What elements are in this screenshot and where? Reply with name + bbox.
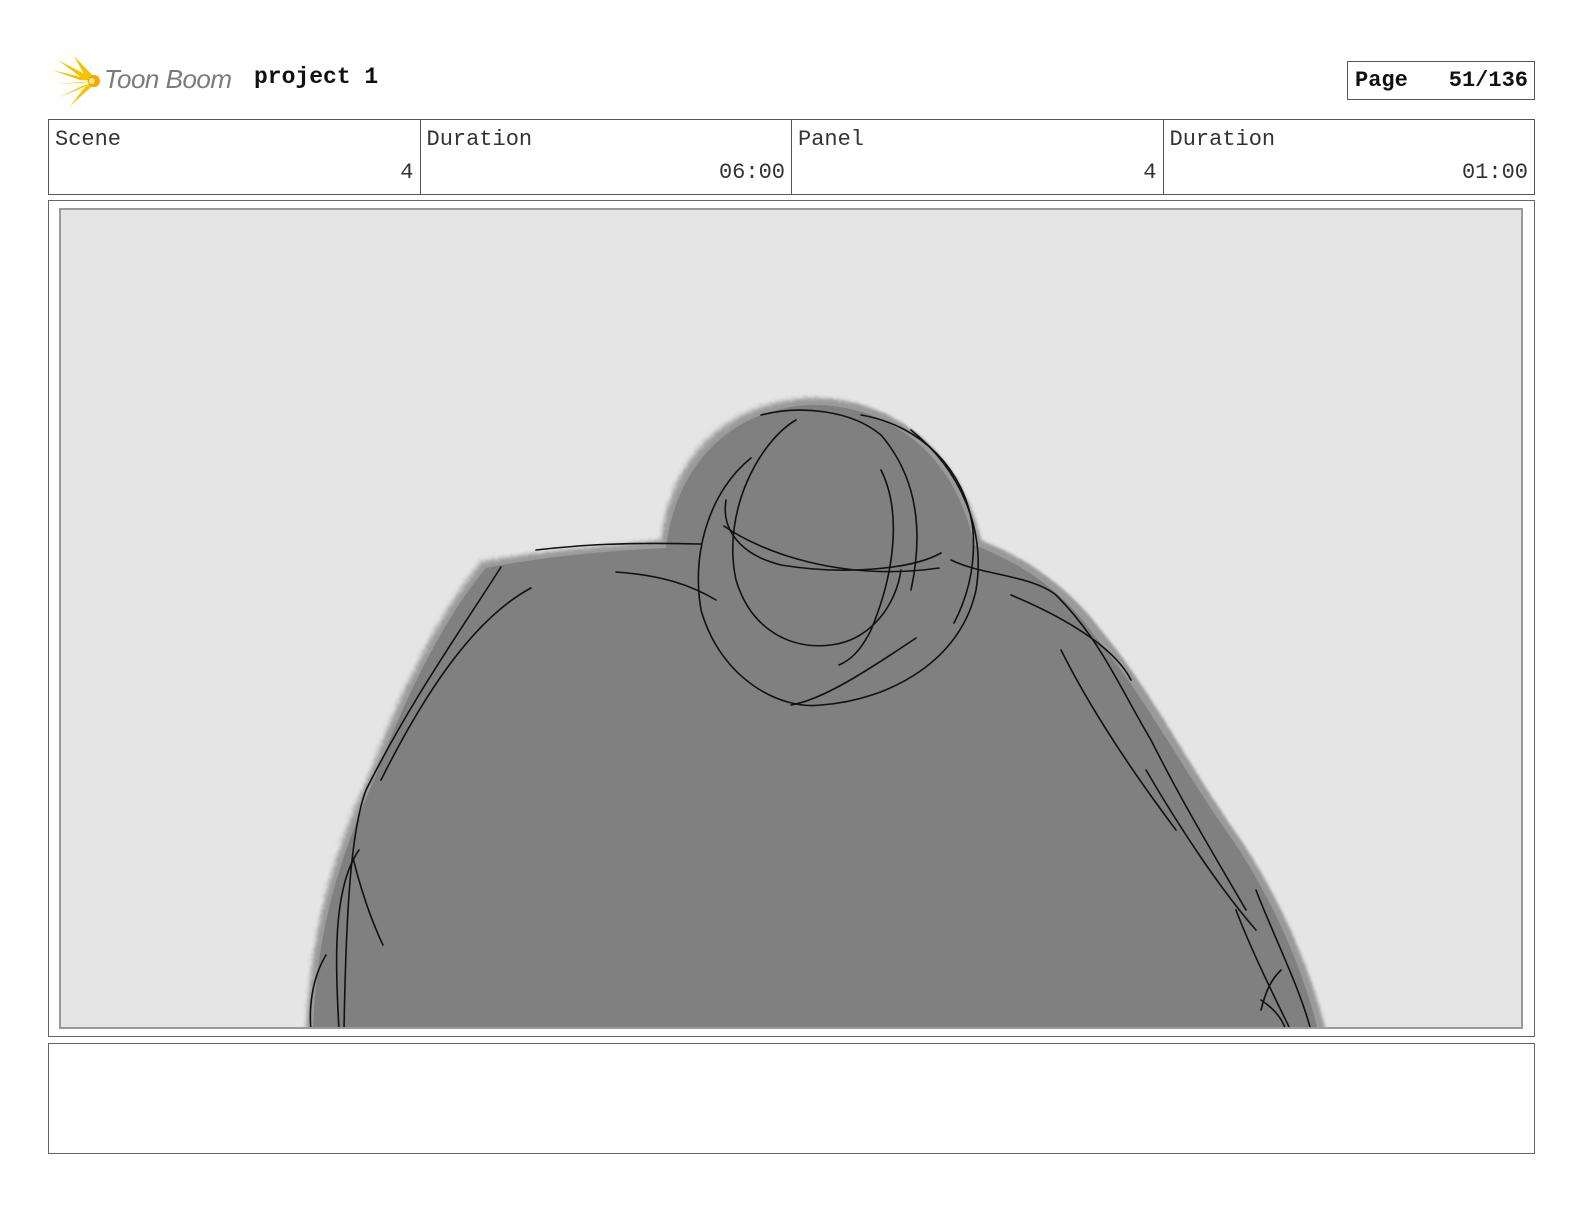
project-title: project 1 (254, 64, 379, 90)
panel-value: 4 (1143, 160, 1157, 185)
panel-notes-box (48, 1043, 1535, 1154)
panel-duration-cell: Duration 01:00 (1164, 120, 1535, 194)
toon-boom-logo: Toon Boom (52, 56, 242, 106)
scene-label: Scene (55, 127, 122, 152)
panel-info-table: Scene 4 Duration 06:00 Panel 4 Duration … (48, 119, 1535, 195)
page-label: Page (1355, 68, 1408, 93)
page-indicator: Page 51/136 (1347, 61, 1535, 100)
scene-duration-cell: Duration 06:00 (421, 120, 792, 194)
scene-duration-label: Duration (426, 127, 533, 152)
storyboard-panel-frame (48, 200, 1535, 1037)
panel-label: Panel (798, 127, 865, 152)
figure-sketch (306, 397, 1325, 1027)
panel-cell: Panel 4 (792, 120, 1164, 194)
starburst-icon (52, 56, 100, 106)
panel-duration-label: Duration (1169, 127, 1276, 152)
scene-value: 4 (400, 160, 414, 185)
logo-text: Toon Boom (104, 64, 232, 94)
figure-body (313, 404, 1317, 1027)
scene-cell: Scene 4 (49, 120, 421, 194)
scene-duration-value: 06:00 (718, 160, 785, 185)
storyboard-panel-image (59, 208, 1523, 1029)
page-number: 51/136 (1448, 68, 1528, 93)
panel-duration-value: 01:00 (1461, 160, 1528, 185)
